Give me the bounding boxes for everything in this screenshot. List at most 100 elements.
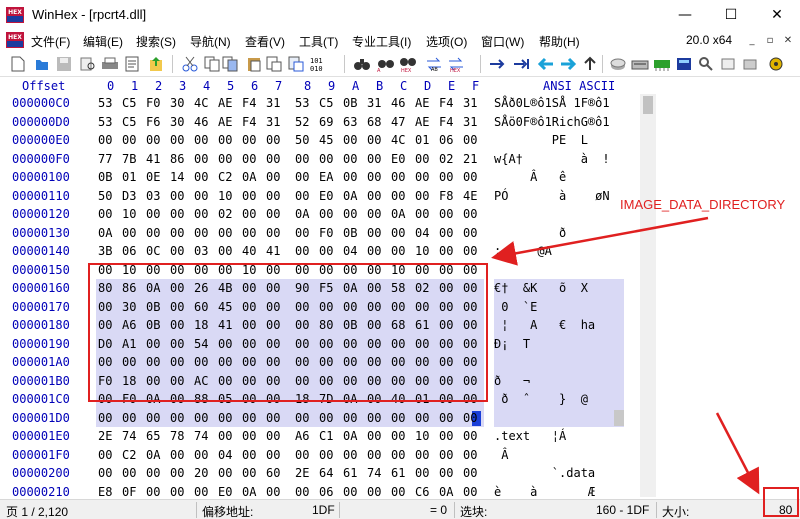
hex-byte[interactable]: C5	[122, 115, 142, 129]
menu-file[interactable]: 文件(F)	[31, 33, 70, 50]
hex-byte[interactable]: 7B	[122, 152, 142, 166]
hex-byte[interactable]: 04	[218, 448, 238, 462]
ascii-text[interactable]: SÅð0L®ô1SÅ 1F®ô1	[494, 96, 610, 110]
hex-byte[interactable]: 00	[415, 189, 435, 203]
calculator-icon[interactable]	[674, 54, 694, 74]
hex-byte[interactable]: EA	[319, 170, 339, 184]
hex-byte[interactable]: 00	[218, 133, 238, 147]
hex-byte[interactable]: 0A	[295, 207, 315, 221]
hex-byte[interactable]: 77	[98, 152, 118, 166]
hex-byte[interactable]: F0	[146, 96, 166, 110]
ascii-text[interactable]: Â	[494, 448, 610, 462]
hex-byte[interactable]: 00	[266, 226, 286, 240]
ascii-text[interactable]: ¦ A € ha	[494, 318, 610, 332]
hex-byte[interactable]: 31	[367, 96, 387, 110]
hex-row[interactable]: 00000100 0B 01 0E 14 00 C2 0A 00 00 EA 00 00 00 00 00 00…	[0, 168, 640, 187]
hex-byte[interactable]: 02	[218, 207, 238, 221]
hex-byte[interactable]: 00	[295, 189, 315, 203]
close-button[interactable]: ✕	[754, 0, 800, 30]
hex-byte[interactable]: 00	[367, 244, 387, 258]
hex-byte[interactable]: 00	[266, 485, 286, 499]
hex-byte[interactable]: 0B	[343, 226, 363, 240]
hex-byte[interactable]: 0B	[98, 170, 118, 184]
hex-byte[interactable]: 00	[266, 448, 286, 462]
hex-byte[interactable]: 00	[266, 207, 286, 221]
menu-tools[interactable]: 工具(T)	[299, 33, 338, 50]
hex-row[interactable]: 00000140 3B 06 0C 00 03 00 40 41 00 00 04 00 00 10 00 00…	[0, 242, 640, 261]
disk-icon[interactable]	[608, 54, 628, 74]
hex-row[interactable]: 000001F0 00 C2 0A 00 00 04 00 00 00 00 00 00 00 00 00 00…	[0, 446, 640, 465]
hex-byte[interactable]: AE	[218, 96, 238, 110]
hex-byte[interactable]: 30	[170, 115, 190, 129]
hex-byte[interactable]: 00	[170, 207, 190, 221]
ascii-text[interactable]	[494, 355, 610, 369]
menu-help[interactable]: 帮助(H)	[539, 33, 580, 50]
goto-sector-icon[interactable]	[512, 54, 532, 74]
hex-byte[interactable]: E0	[218, 485, 238, 499]
hex-byte[interactable]: 00	[146, 411, 166, 425]
paste-write-icon[interactable]	[264, 54, 284, 74]
find-hex-icon[interactable]: HEX	[398, 54, 418, 74]
hex-byte[interactable]: 00	[242, 189, 262, 203]
hex-byte[interactable]: 00	[439, 207, 459, 221]
hex-byte[interactable]: F0	[319, 226, 339, 240]
hex-byte[interactable]: 00	[391, 411, 411, 425]
hex-byte[interactable]: 3B	[98, 244, 118, 258]
hex-byte[interactable]: 00	[194, 170, 214, 184]
hex-byte[interactable]: 00	[146, 466, 166, 480]
hex-byte[interactable]: 00	[218, 152, 238, 166]
hex-byte[interactable]: 00	[295, 485, 315, 499]
hex-byte[interactable]: 00	[439, 466, 459, 480]
hex-byte[interactable]: 02	[439, 152, 459, 166]
hex-byte[interactable]: 00	[295, 411, 315, 425]
menu-edit[interactable]: 编辑(E)	[83, 33, 123, 50]
hex-byte[interactable]: 31	[463, 96, 483, 110]
hex-byte[interactable]: AE	[218, 115, 238, 129]
ascii-text[interactable]	[494, 207, 610, 221]
hex-byte[interactable]: 00	[319, 152, 339, 166]
hex-byte[interactable]: 0A	[98, 226, 118, 240]
hex-byte[interactable]: E0	[391, 152, 411, 166]
hex-byte[interactable]: 00	[367, 485, 387, 499]
ascii-text[interactable]: Â ê	[494, 170, 610, 184]
hex-byte[interactable]: 00	[367, 170, 387, 184]
hex-byte[interactable]: 74	[122, 429, 142, 443]
hex-byte[interactable]: 00	[463, 133, 483, 147]
hex-byte[interactable]: 53	[98, 115, 118, 129]
replace-text-icon[interactable]: AB	[424, 54, 444, 74]
hex-byte[interactable]: 46	[194, 115, 214, 129]
hex-byte[interactable]: 00	[170, 244, 190, 258]
hex-row[interactable]: 000000D0 53 C5 F6 30 46 AE F4 31 52 69 63 68 47 AE F4 31…	[0, 113, 640, 132]
ascii-text[interactable]: SÅö0F®ô1RichG®ô1	[494, 115, 610, 129]
hex-row[interactable]: 000000C0 53 C5 F0 30 4C AE F4 31 53 C5 0B 31 46 AE F4 31…	[0, 94, 640, 113]
hex-byte[interactable]: 00	[319, 207, 339, 221]
hex-byte[interactable]: 00	[415, 466, 435, 480]
open-icon[interactable]	[32, 54, 52, 74]
hex-byte[interactable]: 00	[122, 226, 142, 240]
case-icon[interactable]	[740, 54, 760, 74]
ascii-text[interactable]: €† &K õ X	[494, 281, 610, 295]
hex-byte[interactable]: 50	[98, 189, 118, 203]
hex-byte[interactable]: 10	[218, 189, 238, 203]
hex-byte[interactable]: 00	[194, 207, 214, 221]
hex-byte[interactable]: 00	[98, 411, 118, 425]
hex-byte[interactable]: 00	[295, 244, 315, 258]
ascii-text[interactable]: ð ˆ } @	[494, 392, 610, 406]
hex-byte[interactable]: 46	[391, 96, 411, 110]
binary-icon[interactable]: 101 010	[308, 54, 328, 74]
hex-byte[interactable]: 0B	[343, 96, 363, 110]
hex-byte[interactable]: 00	[242, 466, 262, 480]
hex-byte[interactable]: 00	[266, 189, 286, 203]
minimize-button[interactable]: —	[662, 0, 708, 30]
menu-specialist-tools[interactable]: 专业工具(I)	[352, 33, 411, 50]
hex-row[interactable]: 00000200 00 00 00 00 20 00 00 60 2E 64 61 74 61 00 00 00…	[0, 464, 640, 483]
hex-byte[interactable]: 86	[170, 152, 190, 166]
hex-byte[interactable]: 00	[343, 170, 363, 184]
hex-byte[interactable]: 00	[439, 411, 459, 425]
hex-byte[interactable]: F8	[439, 189, 459, 203]
hex-byte[interactable]: 00	[295, 226, 315, 240]
hex-byte[interactable]: 69	[319, 115, 339, 129]
hex-byte[interactable]: 03	[146, 189, 166, 203]
hex-byte[interactable]: 0A	[343, 189, 363, 203]
hex-byte[interactable]: 00	[391, 244, 411, 258]
